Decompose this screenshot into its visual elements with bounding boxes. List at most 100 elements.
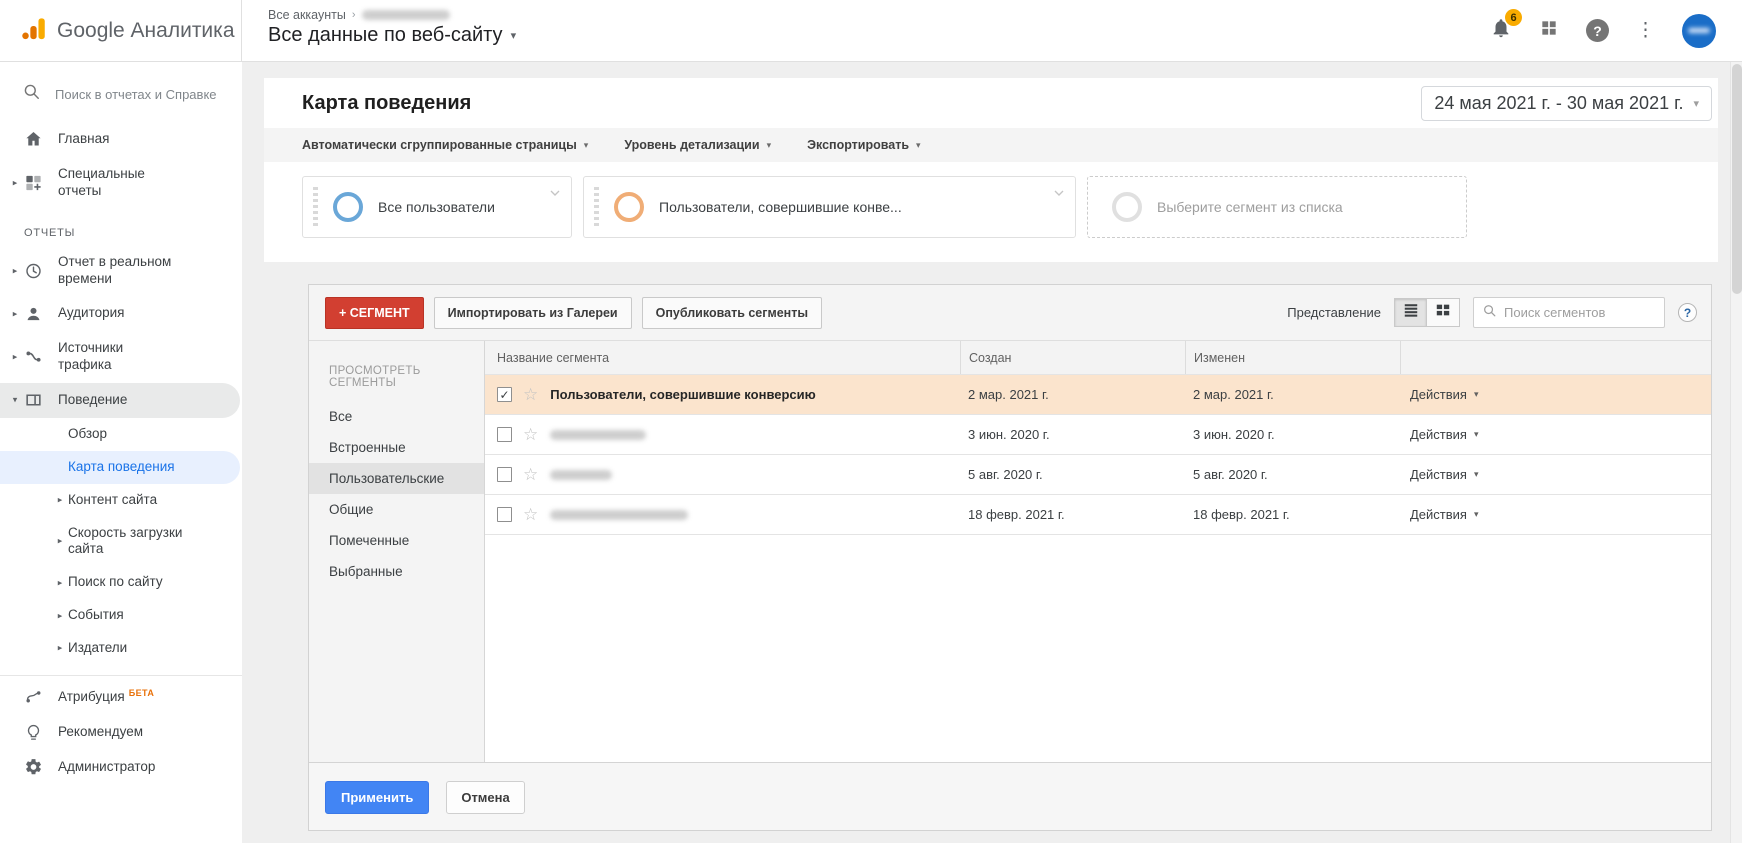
chevron-right-icon[interactable]: ▸: [54, 536, 66, 547]
toolbar-menu-уровень-детализации[interactable]: Уровень детализации▾: [624, 138, 771, 152]
chevron-down-icon[interactable]: ▾: [9, 395, 21, 406]
sidebar-item-главная[interactable]: Главная: [0, 122, 242, 157]
sidebar-item-контент-сайта[interactable]: ▸Контент сайта: [0, 484, 242, 517]
chevron-down-icon[interactable]: [1051, 185, 1067, 206]
help-button[interactable]: ?: [1586, 19, 1609, 42]
publish-segments-button[interactable]: Опубликовать сегменты: [642, 297, 822, 329]
actions-menu[interactable]: Действия▾: [1410, 507, 1479, 522]
segment-name[interactable]: Пользователи, совершившие конверсию: [550, 387, 816, 402]
person-icon: [24, 304, 43, 323]
grid-view-icon: [1435, 302, 1451, 323]
table-row[interactable]: ☆18 февр. 2021 г.18 февр. 2021 г.Действи…: [485, 495, 1711, 535]
chevron-right-icon[interactable]: ▸: [54, 643, 66, 654]
sidebar-item-специальные-отчеты[interactable]: ▸Специальные отчеты: [0, 157, 242, 209]
drag-handle-icon[interactable]: [313, 187, 318, 227]
chevron-right-icon[interactable]: ▸: [9, 265, 21, 276]
sidebar-item-администратор[interactable]: Администратор: [0, 750, 242, 785]
breadcrumb-all-accounts[interactable]: Все аккаунты: [268, 8, 346, 22]
grid-view-toggle[interactable]: [1427, 298, 1460, 327]
chevron-right-icon[interactable]: ▸: [9, 352, 21, 363]
toolbar-menu-label: Автоматически сгруппированные страницы: [302, 138, 577, 152]
date-range-picker[interactable]: 24 мая 2021 г. - 30 мая 2021 г. ▾: [1421, 86, 1712, 121]
star-icon[interactable]: ☆: [523, 506, 538, 523]
sidebar-item-label: Поведение: [58, 392, 127, 409]
sidebar-item-скорость-загрузки-сайта[interactable]: ▸Скорость загрузки сайта: [0, 517, 242, 567]
sidebar-item-аудитория[interactable]: ▸Аудитория: [0, 296, 242, 331]
property-title: Все данные по веб-сайту: [268, 24, 503, 47]
segment-filter-общие[interactable]: Общие: [309, 494, 484, 525]
sidebar-item-атрибуция[interactable]: АтрибуцияБЕТА: [0, 680, 242, 715]
actions-menu[interactable]: Действия▾: [1410, 427, 1479, 442]
search-icon: [1482, 303, 1497, 323]
home-icon: [24, 130, 43, 149]
column-header-created[interactable]: Создан: [960, 341, 1185, 374]
row-checkbox[interactable]: [497, 427, 512, 442]
sidebar-item-события[interactable]: ▸События: [0, 599, 242, 632]
table-row[interactable]: ✓ ☆ Пользователи, совершившие конверсию 2 м…: [485, 375, 1711, 415]
sidebar-search[interactable]: [0, 62, 242, 122]
chevron-right-icon[interactable]: ▸: [9, 177, 21, 188]
sidebar-item-поведение[interactable]: ▾ Поведение: [0, 383, 240, 418]
chevron-right-icon[interactable]: ▸: [54, 494, 66, 505]
table-row[interactable]: ☆5 авг. 2020 г.5 авг. 2020 г.Действия▾: [485, 455, 1711, 495]
segment-help-button[interactable]: ?: [1678, 303, 1697, 322]
segment-filter-встроенные[interactable]: Встроенные: [309, 432, 484, 463]
sidebar-item-поиск-по-сайту[interactable]: ▸Поиск по сайту: [0, 566, 242, 599]
segment-chip-выберите-сегмент-из-списка[interactable]: Выберите сегмент из списка: [1087, 176, 1467, 238]
drag-handle-icon[interactable]: [594, 187, 599, 227]
segment-filter-выбранные[interactable]: Выбранные: [309, 556, 484, 587]
row-checkbox[interactable]: [497, 467, 512, 482]
chevron-right-icon[interactable]: ▸: [54, 610, 66, 621]
page-scrollbar[interactable]: [1730, 62, 1742, 843]
chevron-right-icon[interactable]: ▸: [54, 577, 66, 588]
segment-filter-помеченные[interactable]: Помеченные: [309, 525, 484, 556]
segment-chips-row: Все пользователиПользователи, совершивши…: [264, 162, 1718, 262]
created-date: 2 мар. 2021 г.: [960, 387, 1185, 402]
chevron-right-icon[interactable]: ▸: [9, 308, 21, 319]
star-icon[interactable]: ☆: [523, 466, 538, 483]
list-view-icon: [1403, 302, 1419, 323]
sidebar-item-отчет-в-реальном-времени[interactable]: ▸Отчет в реальном времени: [0, 245, 242, 297]
list-view-toggle[interactable]: [1394, 298, 1427, 327]
actions-menu[interactable]: Действия▾: [1410, 387, 1479, 402]
sidebar-item-рекомендуем[interactable]: Рекомендуем: [0, 715, 242, 750]
column-header-modified[interactable]: Изменен: [1185, 341, 1400, 374]
segment-search-input[interactable]: [1504, 305, 1644, 320]
notifications-button[interactable]: 6: [1490, 17, 1512, 44]
apps-grid-button[interactable]: [1539, 18, 1559, 43]
table-row[interactable]: ☆3 июн. 2020 г.3 июн. 2020 г.Действия▾: [485, 415, 1711, 455]
import-from-gallery-button[interactable]: Импортировать из Галереи: [434, 297, 632, 329]
segment-search[interactable]: [1473, 297, 1665, 328]
modified-date: 5 авг. 2020 г.: [1185, 467, 1400, 482]
segment-chip-все-пользователи[interactable]: Все пользователи: [302, 176, 572, 238]
toolbar-menu-экспортировать[interactable]: Экспортировать▾: [807, 138, 920, 152]
notification-badge: 6: [1505, 9, 1522, 26]
sidebar-item-обзор[interactable]: Обзор: [0, 418, 242, 451]
add-segment-button[interactable]: + СЕГМЕНТ: [325, 297, 424, 329]
apply-button[interactable]: Применить: [325, 781, 429, 814]
avatar[interactable]: [1682, 14, 1716, 48]
row-checkbox[interactable]: [497, 507, 512, 522]
sidebar-item-карта-поведения[interactable]: Карта поведения: [0, 451, 240, 484]
kebab-menu-icon[interactable]: ⋮: [1636, 21, 1655, 40]
search-input[interactable]: [55, 87, 221, 102]
report-header: Карта поведения 24 мая 2021 г. - 30 мая …: [264, 78, 1718, 128]
column-header-name[interactable]: Название сегмента: [485, 341, 960, 374]
cancel-button[interactable]: Отмена: [446, 781, 524, 814]
row-checkbox[interactable]: ✓: [497, 387, 512, 402]
segments-table: Название сегмента Создан Изменен ✓ ☆ Польз…: [485, 341, 1711, 762]
logo-area[interactable]: Google Аналитика: [0, 0, 242, 61]
segment-filter-пользовательские[interactable]: Пользовательские: [309, 463, 484, 494]
sidebar-item-издатели[interactable]: ▸Издатели: [0, 632, 242, 665]
segment-chip-пользователи-совершившие-конве[interactable]: Пользователи, совершившие конве...: [583, 176, 1076, 238]
star-icon[interactable]: ☆: [523, 426, 538, 443]
chevron-down-icon: ▾: [1693, 97, 1699, 110]
scrollbar-thumb[interactable]: [1732, 64, 1742, 294]
toolbar-menu-автоматически-сгруппированные-страницы[interactable]: Автоматически сгруппированные страницы▾: [302, 138, 588, 152]
property-selector[interactable]: Все данные по веб-сайту ▾: [268, 24, 516, 47]
chevron-down-icon[interactable]: [547, 185, 563, 206]
sidebar-item-источники-трафика[interactable]: ▸Источники трафика: [0, 331, 242, 383]
star-icon[interactable]: ☆: [523, 386, 538, 403]
segment-filter-все[interactable]: Все: [309, 401, 484, 432]
actions-menu[interactable]: Действия▾: [1410, 467, 1479, 482]
